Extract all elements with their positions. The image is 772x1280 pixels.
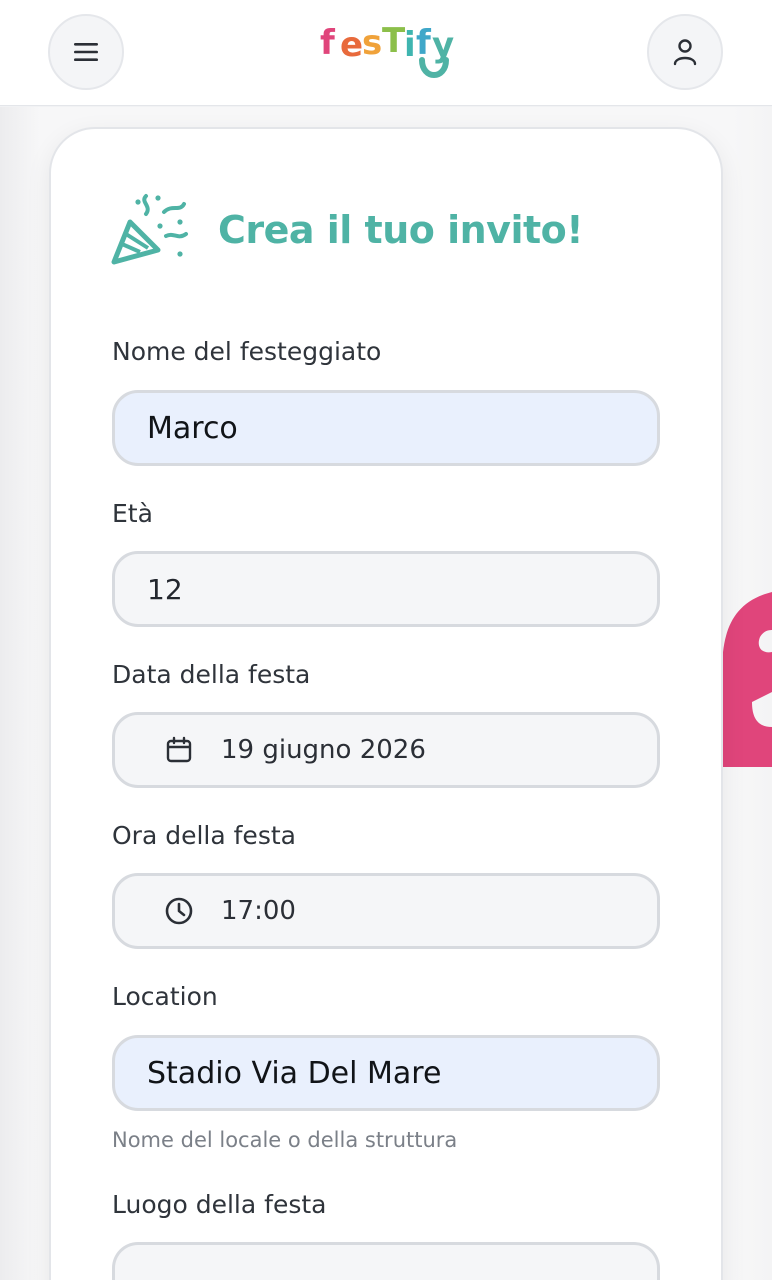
date-value: 19 giugno 2026 [221,735,426,765]
location-label: Location [112,982,218,1011]
time-value: 17:00 [221,896,296,926]
festify-logo[interactable]: f e s T i f y [318,18,456,84]
svg-text:i: i [404,25,416,65]
top-bar: f e s T i f y [0,0,772,106]
location-hint: Nome del locale o della struttura [112,1128,458,1152]
name-label: Nome del festeggiato [112,337,382,366]
place-label: Luogo della festa [112,1190,327,1219]
location-input[interactable]: Stadio Via Del Mare [112,1035,660,1111]
date-label: Data della festa [112,660,311,689]
name-input[interactable]: Marco [112,390,660,466]
date-input[interactable]: 19 giugno 2026 [112,712,660,788]
place-input[interactable] [112,1242,660,1280]
svg-text:T: T [382,21,406,61]
form-header: Crea il tuo invito! [110,192,584,268]
svg-text:e: e [340,25,363,65]
party-popper-icon [111,194,188,265]
svg-text:s: s [362,23,382,63]
time-label: Ora della festa [112,821,296,850]
age-input[interactable]: 12 [112,551,660,627]
svg-text:y: y [432,25,454,65]
age-label: Età [112,499,153,528]
location-value: Stadio Via Del Mare [147,1055,442,1091]
clock-icon [163,895,195,927]
svg-text:f: f [416,23,432,63]
user-icon [673,39,697,66]
name-value: Marco [147,410,238,446]
hamburger-menu-icon [74,43,98,61]
time-input[interactable]: 17:00 [112,873,660,949]
calendar-icon [163,734,195,766]
svg-text:f: f [320,23,336,63]
menu-button[interactable] [48,14,124,90]
user-account-button[interactable] [647,14,723,90]
decorative-swirl [722,592,772,767]
age-value: 12 [147,572,183,606]
form-title: Crea il tuo invito! [218,208,584,252]
